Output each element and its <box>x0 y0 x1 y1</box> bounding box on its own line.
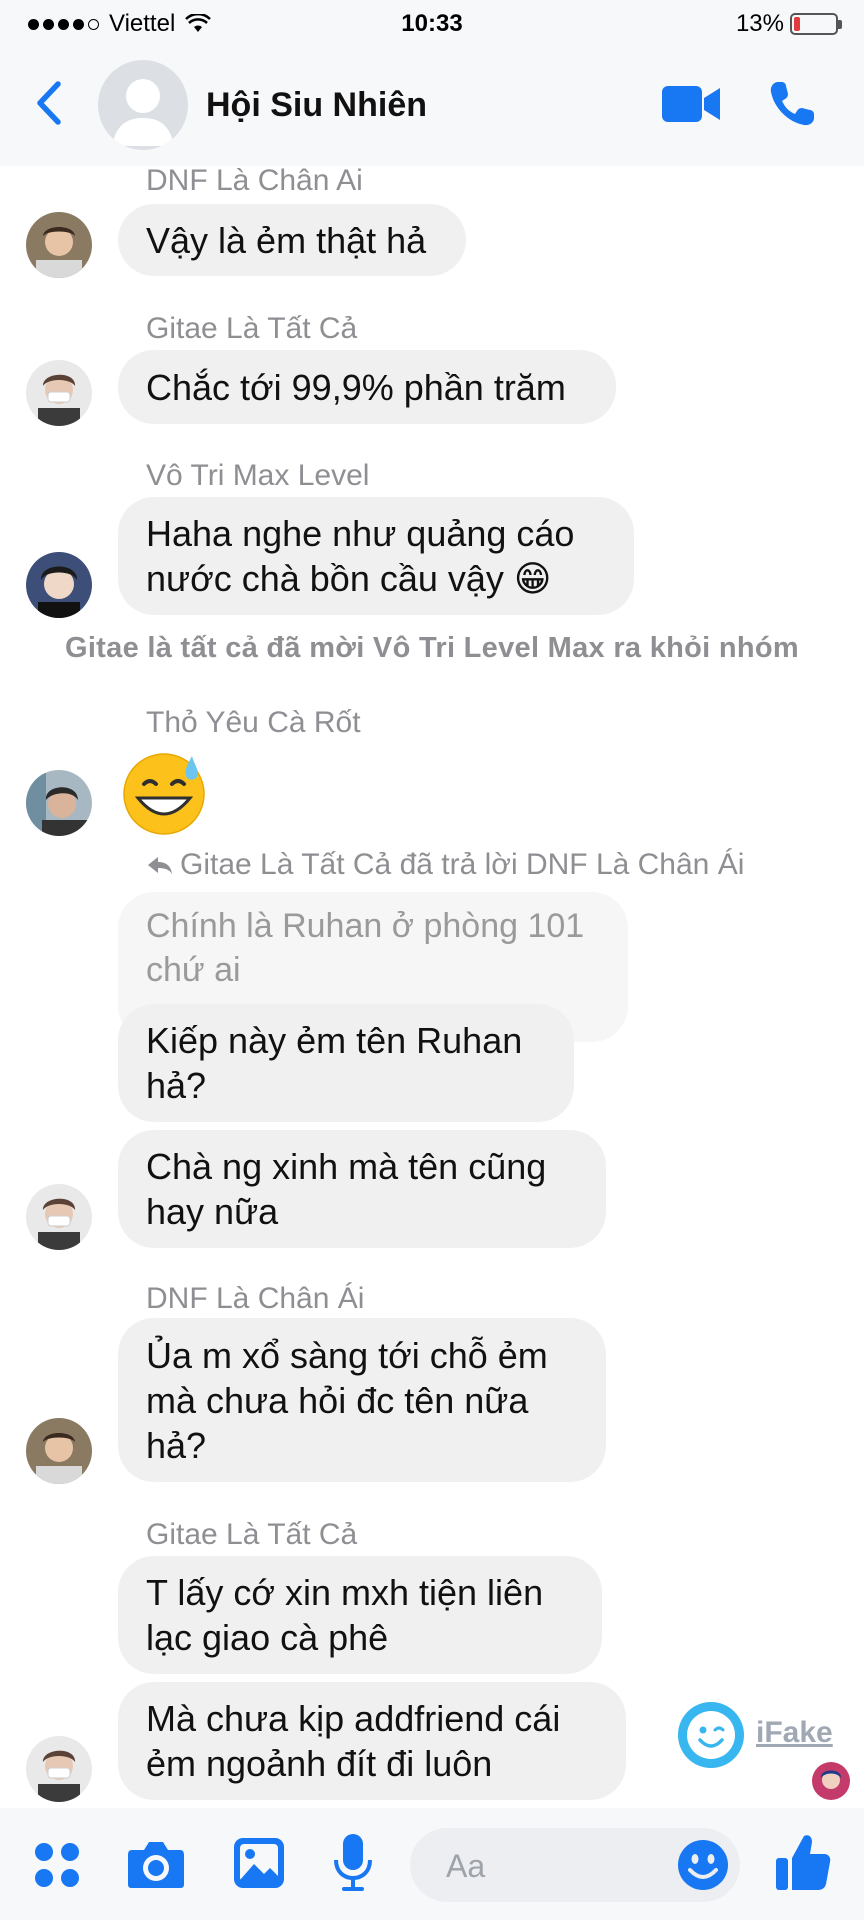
avatar[interactable] <box>26 1184 92 1250</box>
message-bubble[interactable]: Chắc tới 99,9% phần trăm <box>118 350 616 424</box>
reply-arrow-icon <box>148 857 172 874</box>
sender-name: Thỏ Yêu Cà Rốt <box>146 706 361 739</box>
sender-name: Gitae Là Tất Cả <box>146 1518 358 1551</box>
conversation-title[interactable]: Hội Siu Nhiên <box>206 86 427 125</box>
message-text: T lấy cớ xin mxh tiện liên <box>146 1572 544 1613</box>
message-text: Ủa m xổ sàng tới chỗ ẻm <box>146 1334 548 1376</box>
gallery-icon[interactable] <box>232 1836 286 1890</box>
reply-note-text: Gitae Là Tất Cả đã trả lời DNF Là Chân Á… <box>180 848 745 881</box>
phone-icon[interactable] <box>764 76 820 132</box>
message-text: hả? <box>146 1424 207 1466</box>
message-text: lạc giao cà phê <box>146 1617 389 1658</box>
avatar[interactable] <box>26 212 92 278</box>
group-avatar[interactable] <box>98 60 188 150</box>
input-placeholder: Aa <box>446 1848 486 1884</box>
clock: 10:33 <box>401 10 463 37</box>
message-bubble[interactable]: T lấy cớ xin mxh tiện liên lạc giao cà p… <box>118 1556 602 1674</box>
message-text: ẻm ngoảnh đít đi luôn <box>146 1743 493 1784</box>
battery-icon <box>790 13 842 35</box>
message-bubble[interactable]: Chà ng xinh mà tên cũng hay nữa <box>118 1130 606 1248</box>
seen-avatar <box>812 1762 850 1800</box>
conversation-header: Hội Siu Nhiên <box>0 48 864 166</box>
watermark-text: iFake <box>756 1716 833 1749</box>
microphone-icon[interactable] <box>332 1832 374 1894</box>
message-bubble[interactable]: Ủa m xổ sàng tới chỗ ẻm mà chưa hỏi đc t… <box>118 1318 606 1482</box>
message-text: nước chà bồn cầu vậy 😁 <box>146 558 552 599</box>
like-icon[interactable] <box>774 1832 832 1894</box>
battery-percent: 13% <box>735 10 784 37</box>
sweat-smile-emoji-icon[interactable] <box>120 748 208 836</box>
message-text: mà chưa hỏi đc tên nữa <box>146 1379 529 1421</box>
message-text: Kiếp này ẻm tên Ruhan <box>146 1020 523 1061</box>
status-bar: Viettel 10:33 13% <box>0 0 864 48</box>
reply-note: Gitae Là Tất Cả đã trả lời DNF Là Chân Á… <box>146 848 744 882</box>
emoji-icon[interactable] <box>676 1838 730 1892</box>
message-bubble[interactable]: Vậy là ẻm thật hả <box>118 204 466 276</box>
message-bubble[interactable]: Mà chưa kịp addfriend cái ẻm ngoảnh đít … <box>118 1682 626 1800</box>
quoted-text: chứ ai <box>146 951 241 989</box>
sender-name: DNF Là Chân Ai <box>146 164 363 197</box>
composer-bar: Aa <box>0 1808 864 1920</box>
ifake-logo-icon <box>678 1702 744 1768</box>
apps-icon[interactable] <box>32 1840 82 1890</box>
message-text: hả? <box>146 1065 207 1106</box>
message-text: Mà chưa kịp addfriend cái <box>146 1698 561 1739</box>
message-text: hay nữa <box>146 1191 279 1232</box>
camera-icon[interactable] <box>126 1838 186 1892</box>
message-text: Haha nghe như quảng cáo <box>146 513 575 554</box>
sender-name: DNF Là Chân Ái <box>146 1282 365 1315</box>
message-text: Chà ng xinh mà tên cũng <box>146 1146 547 1187</box>
sender-name: Vô Tri Max Level <box>146 459 370 492</box>
video-call-icon[interactable] <box>660 82 722 126</box>
avatar[interactable] <box>26 1418 92 1484</box>
message-bubble[interactable]: Kiếp này ẻm tên Ruhan hả? <box>118 1004 574 1122</box>
message-text: Chắc tới 99,9% phần trăm <box>146 366 566 408</box>
battery-status: 13% <box>735 10 842 38</box>
avatar[interactable] <box>26 360 92 426</box>
default-avatar-icon <box>112 79 174 146</box>
back-icon[interactable] <box>30 78 70 128</box>
quoted-text: Chính là Ruhan ở phòng 101 <box>146 907 585 945</box>
message-bubble[interactable]: Haha nghe như quảng cáo nước chà bồn cầu… <box>118 497 634 615</box>
avatar[interactable] <box>26 1736 92 1802</box>
avatar[interactable] <box>26 552 92 618</box>
message-input[interactable]: Aa <box>410 1828 740 1902</box>
avatar[interactable] <box>26 770 92 836</box>
message-text: Vậy là ẻm thật hả <box>146 219 427 261</box>
sender-name: Gitae Là Tất Cả <box>146 312 358 345</box>
system-note: Gitae là tất cả đã mời Vô Tri Level Max … <box>64 632 800 664</box>
